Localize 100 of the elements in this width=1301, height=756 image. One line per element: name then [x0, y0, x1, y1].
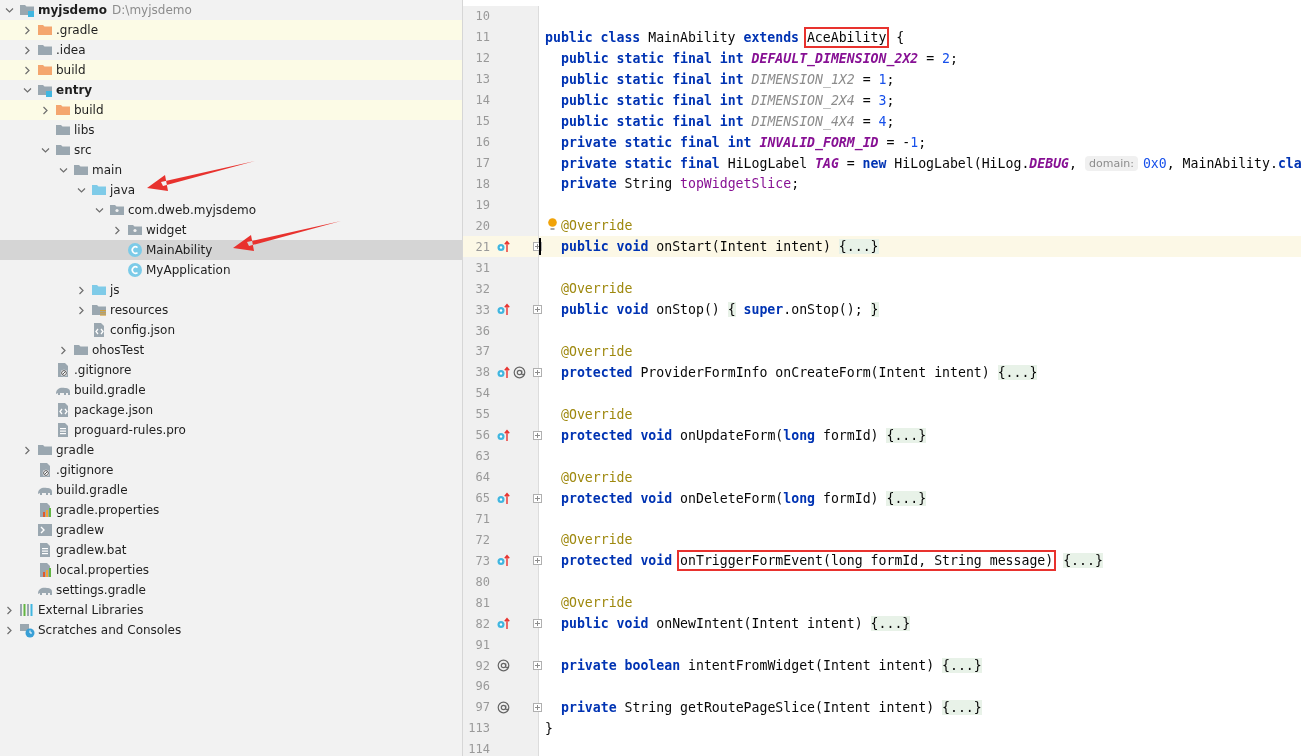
tree-item[interactable]: .gitignore [74, 363, 132, 377]
tree-item[interactable]: widget [146, 223, 187, 237]
chevron-right-icon[interactable] [4, 605, 14, 615]
tree-item[interactable]: .idea [56, 43, 86, 57]
lightbulb-icon[interactable] [548, 218, 557, 232]
annotation-icon[interactable] [513, 365, 526, 379]
chevron-right-icon[interactable] [112, 225, 122, 235]
chevron-right-icon[interactable] [76, 285, 86, 295]
tree-item[interactable]: resources [110, 303, 169, 317]
tree-item[interactable]: gradlew [56, 523, 105, 537]
tree-item[interactable]: libs [74, 123, 95, 137]
chevron-right-icon[interactable] [40, 105, 50, 115]
code-text: = - [886, 134, 911, 150]
folder-icon [37, 62, 53, 78]
code-text: private boolean [561, 658, 681, 674]
tree-item[interactable]: com.dweb.myjsdemo [128, 203, 257, 217]
tree-item[interactable]: External Libraries [38, 603, 144, 617]
line-number: 82 [474, 616, 490, 631]
chevron-down-icon[interactable] [58, 165, 68, 175]
tree-item[interactable]: build [56, 63, 86, 77]
folded-code[interactable]: {...} [886, 427, 927, 443]
tree-item[interactable]: myjsdemo [38, 3, 108, 17]
folder-icon [37, 42, 53, 58]
code-text: 3 [878, 92, 887, 108]
tree-item[interactable]: gradle.properties [56, 503, 160, 517]
ignore-file-icon [37, 462, 53, 478]
folded-code[interactable]: {...} [942, 699, 982, 715]
tree-item[interactable]: main [92, 163, 122, 177]
code-text: onUpdateForm( [680, 427, 784, 443]
override-icon[interactable] [497, 554, 510, 568]
tree-row-excluded[interactable]: build [0, 60, 462, 80]
code-text: ; [886, 92, 895, 108]
chevron-down-icon[interactable] [76, 185, 86, 195]
line-number: 55 [474, 407, 490, 422]
tree-item[interactable]: .gradle [56, 23, 99, 37]
properties-file-icon [37, 502, 53, 518]
override-icon[interactable] [497, 303, 510, 317]
tree-item[interactable]: js [110, 283, 120, 297]
folded-code[interactable]: {...} [1063, 553, 1103, 569]
tree-item[interactable]: package.json [74, 403, 153, 417]
tree-item[interactable]: proguard-rules.pro [74, 423, 186, 437]
line-number: 96 [474, 679, 490, 694]
code-text: = [862, 92, 871, 108]
terminal-icon [37, 522, 53, 538]
chevron-right-icon[interactable] [76, 305, 86, 315]
annotation-icon[interactable] [497, 659, 510, 673]
chevron-right-icon[interactable] [22, 65, 32, 75]
code-text: TAG [815, 155, 839, 171]
override-icon[interactable] [497, 428, 510, 442]
tree-item[interactable]: java [110, 183, 136, 197]
chevron-right-icon[interactable] [4, 625, 14, 635]
override-icon[interactable] [497, 617, 510, 631]
override-icon[interactable] [497, 491, 510, 505]
tree-item[interactable]: MyApplication [146, 263, 231, 277]
folder-icon [55, 122, 71, 138]
override-icon[interactable] [497, 240, 510, 254]
tree-item[interactable]: entry [56, 83, 93, 97]
tree-item[interactable]: ohosTest [92, 343, 145, 357]
override-icon[interactable] [497, 365, 510, 379]
chevron-right-icon[interactable] [22, 45, 32, 55]
chevron-down-icon[interactable] [22, 85, 32, 95]
chevron-right-icon[interactable] [22, 445, 32, 455]
folded-code[interactable]: {...} [942, 658, 982, 674]
chevron-down-icon[interactable] [94, 205, 104, 215]
tree-item[interactable]: config.json [110, 323, 176, 337]
tree-item[interactable]: settings.gradle [56, 583, 146, 597]
package-icon [109, 202, 125, 218]
code-text: private [561, 699, 617, 715]
line-number: 65 [474, 491, 490, 506]
tree-item[interactable]: local.properties [56, 563, 149, 577]
chevron-down-icon[interactable] [4, 5, 14, 15]
tree-item[interactable]: gradle [56, 443, 95, 457]
tree-item[interactable]: .gitignore [56, 463, 114, 477]
tree-item[interactable]: build.gradle [56, 483, 128, 497]
folded-code[interactable]: {...} [997, 364, 1038, 380]
annotation-icon[interactable] [497, 700, 510, 714]
chevron-down-icon[interactable] [40, 145, 50, 155]
tree-item[interactable]: MainAbility [146, 243, 213, 257]
tree-item[interactable]: build.gradle [74, 383, 146, 397]
folded-code[interactable]: { [727, 302, 736, 318]
line-number: 54 [474, 386, 490, 401]
line-number: 36 [474, 323, 490, 338]
code-text: private static final [561, 155, 720, 171]
chevron-right-icon[interactable] [22, 25, 32, 35]
tree-row-selected[interactable]: MainAbility [0, 240, 462, 260]
code-text: formId) [822, 490, 879, 506]
folded-code[interactable]: {...} [886, 490, 927, 506]
tree-row-excluded[interactable]: .gradle [0, 20, 462, 40]
tree-item[interactable]: build [74, 103, 104, 117]
tree-item[interactable]: Scratches and Consoles [38, 623, 182, 637]
tree-item[interactable]: gradlew.bat [56, 543, 127, 557]
folded-code[interactable]: } [870, 302, 879, 318]
code-text: public static final int [561, 50, 744, 66]
folded-code[interactable]: {...} [870, 616, 911, 632]
folded-code[interactable]: {...} [838, 239, 879, 255]
chevron-right-icon[interactable] [58, 345, 68, 355]
tree-row-excluded[interactable]: build [0, 100, 462, 120]
code-text: 0x0 [1142, 155, 1167, 171]
tree-item[interactable]: src [74, 143, 92, 157]
code-text: public void [561, 616, 649, 632]
